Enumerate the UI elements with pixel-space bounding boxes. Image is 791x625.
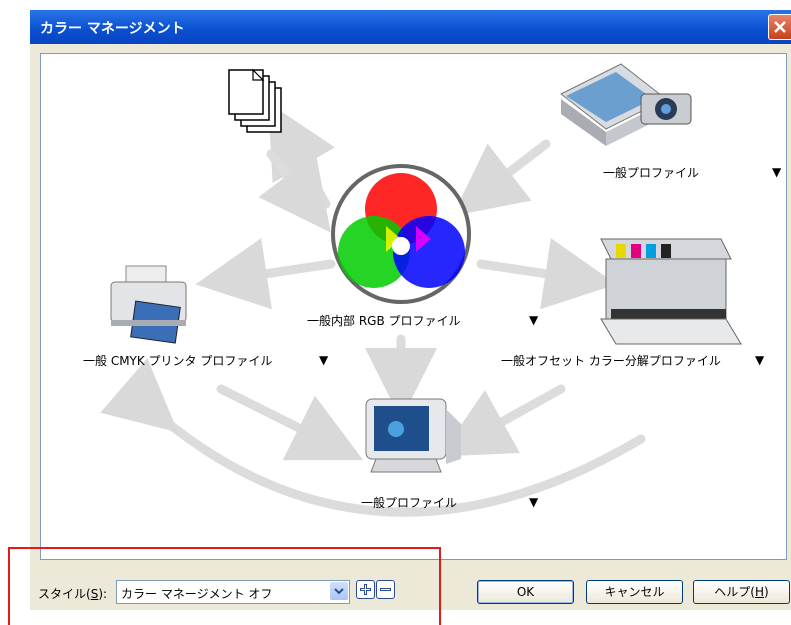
monitor-icon [365, 398, 461, 473]
separation-profile-dropdown[interactable]: ▼ [755, 353, 764, 367]
arrow-scanner-to-center [452, 139, 551, 216]
printer-icon [110, 265, 187, 344]
style-select[interactable]: カラー マネージメント オフ [116, 580, 350, 604]
help-label-prefix: ヘルプ( [714, 585, 755, 599]
monitor-profile-dropdown[interactable]: ▼ [529, 495, 538, 509]
help-button[interactable]: ヘルプ(H) [693, 580, 790, 604]
ok-button[interactable]: OK [477, 580, 574, 604]
input-profile-dropdown[interactable]: ▼ [772, 165, 781, 179]
chevron-down-icon[interactable] [330, 582, 348, 600]
printer-profile-label: 一般 CMYK プリンタ プロファイル [83, 354, 273, 368]
workflow-art [100, 63, 742, 517]
separation-profile-label: 一般オフセット カラー分解プロファイル [501, 354, 721, 368]
help-label-suffix: ) [764, 585, 769, 599]
remove-icon [380, 588, 391, 591]
style-label-suffix: ): [98, 587, 108, 601]
color-management-dialog: カラー マネージメント 一般内部 RGB プロファイル ▼ 一般プロファイル ▼… [30, 10, 791, 610]
dialog-footer: スタイル(S): カラー マネージメント オフ OK キャンセル ヘルプ(H) [30, 576, 791, 610]
arrow-press-to-monitor [439, 384, 566, 457]
add-icon [360, 584, 371, 595]
style-select-value: カラー マネージメント オフ [121, 587, 273, 601]
printer-profile-dropdown[interactable]: ▼ [319, 353, 328, 367]
help-label-key: H [754, 585, 765, 599]
monitor-profile-label: 一般プロファイル [361, 496, 458, 510]
style-label: スタイル(S): [38, 585, 107, 602]
cancel-button[interactable]: キャンセル [586, 580, 683, 604]
center-profile-label: 一般内部 RGB プロファイル [307, 314, 461, 328]
scanner-camera-icon [560, 63, 692, 146]
rgb-circles-icon [331, 164, 471, 304]
arrow-center-to-press [476, 238, 617, 310]
window-title: カラー マネージメント [40, 21, 185, 37]
remove-style-button[interactable] [376, 580, 395, 599]
close-button[interactable] [768, 14, 791, 40]
center-profile-dropdown[interactable]: ▼ [529, 313, 538, 327]
input-profile-label: 一般プロファイル [603, 166, 700, 180]
add-style-button[interactable] [356, 580, 375, 599]
printing-press-icon [600, 238, 742, 345]
arrow-center-to-printer [195, 238, 336, 310]
color-workflow-diagram: 一般内部 RGB プロファイル ▼ 一般プロファイル ▼ 一般 CMYK プリン… [40, 53, 787, 560]
close-icon [774, 21, 786, 33]
arrow-printer-to-monitor [216, 384, 364, 461]
document-stack-icon [228, 68, 282, 133]
style-label-prefix: スタイル( [38, 587, 91, 601]
title-bar[interactable]: カラー マネージメント [30, 10, 791, 44]
